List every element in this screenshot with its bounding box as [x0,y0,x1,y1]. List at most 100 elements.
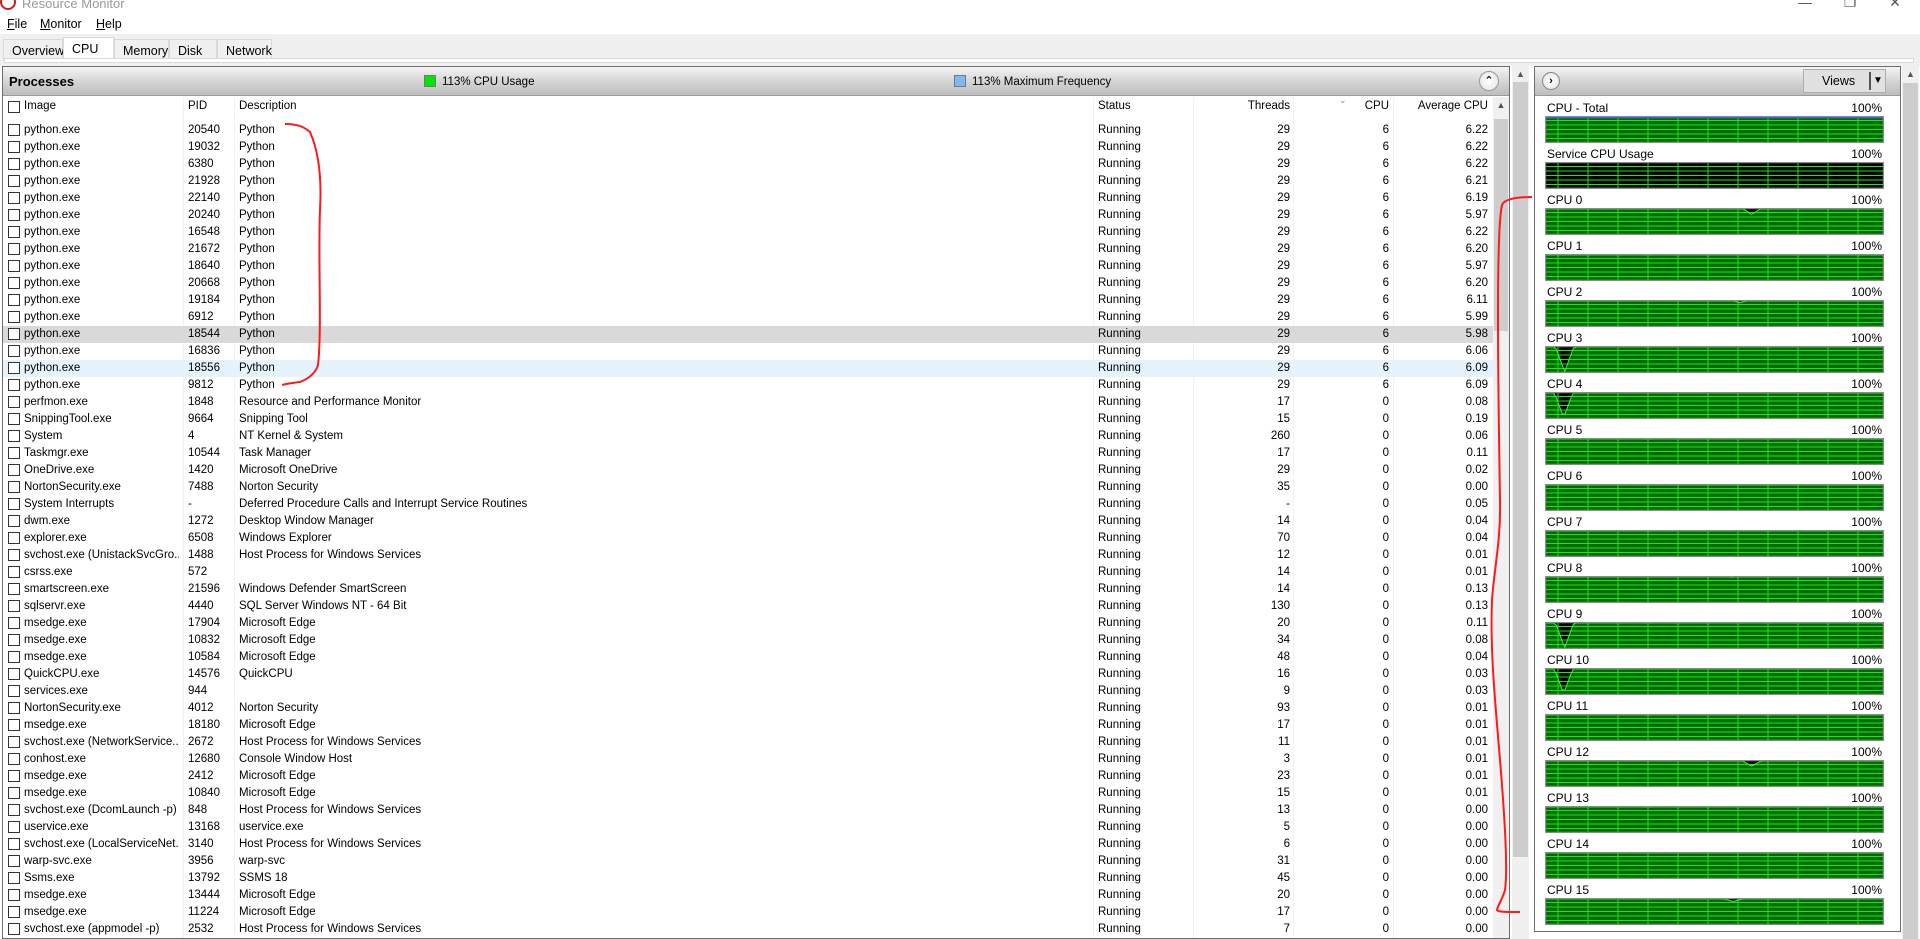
process-checkbox[interactable] [8,736,20,748]
expand-graphs-button[interactable]: › [1542,72,1560,90]
process-checkbox[interactable] [8,481,20,493]
select-all-checkbox[interactable] [8,101,20,113]
menu-help[interactable]: Help [96,17,122,31]
process-row[interactable]: python.exe 22140 Python Running 29 6 6.19 [3,190,1493,207]
process-row[interactable]: svchost.exe (UnistackSvcGro... 1488 Host P… [3,547,1493,564]
process-checkbox[interactable] [8,362,20,374]
process-checkbox[interactable] [8,685,20,697]
process-checkbox[interactable] [8,617,20,629]
process-checkbox[interactable] [8,345,20,357]
process-row[interactable]: System 4 NT Kernel & System Running 260 0 0.06 [3,428,1493,445]
process-row[interactable]: svchost.exe (LocalServiceNet... 3140 Host … [3,836,1493,853]
process-checkbox[interactable] [8,294,20,306]
process-row[interactable]: msedge.exe 10840 Microsoft Edge Running 15 0 0… [3,785,1493,802]
process-row[interactable]: python.exe 6380 Python Running 29 6 6.22 [3,156,1493,173]
process-row[interactable]: warp-svc.exe 3956 warp-svc Running 31 0 0.00 [3,853,1493,870]
process-checkbox[interactable] [8,821,20,833]
process-row[interactable]: uservice.exe 13168 uservice.exe Running 5 0 0.… [3,819,1493,836]
process-row[interactable]: msedge.exe 10584 Microsoft Edge Running 48 0 0… [3,649,1493,666]
scroll-up-arrow-icon[interactable]: ▲ [1512,66,1529,82]
process-checkbox[interactable] [8,906,20,918]
process-checkbox[interactable] [8,243,20,255]
process-checkbox[interactable] [8,634,20,646]
scrollbar-thumb[interactable] [1903,83,1918,939]
process-checkbox[interactable] [8,209,20,221]
collapse-processes-button[interactable]: ⌃ [1479,71,1499,91]
process-checkbox[interactable] [8,277,20,289]
process-row[interactable]: OneDrive.exe 1420 Microsoft OneDrive Runnin… [3,462,1493,479]
process-checkbox[interactable] [8,515,20,527]
process-checkbox[interactable] [8,328,20,340]
process-checkbox[interactable] [8,141,20,153]
process-row[interactable]: perfmon.exe 1848 Resource and Performance … [3,394,1493,411]
process-row[interactable]: msedge.exe 11224 Microsoft Edge Running 17 0 0… [3,904,1493,921]
menu-monitor[interactable]: Monitor [40,17,82,31]
process-row[interactable]: python.exe 16548 Python Running 29 6 6.22 [3,224,1493,241]
process-row[interactable]: Taskmgr.exe 10544 Task Manager Running 17 0 0.… [3,445,1493,462]
views-button[interactable]: Views ▼ [1803,69,1886,93]
process-row[interactable]: svchost.exe (NetworkService... 2672 Host P… [3,734,1493,751]
process-checkbox[interactable] [8,583,20,595]
process-checkbox[interactable] [8,753,20,765]
process-checkbox[interactable] [8,532,20,544]
process-row[interactable]: python.exe 20540 Python Running 29 6 6.22 [3,122,1493,139]
process-checkbox[interactable] [8,872,20,884]
process-row[interactable]: python.exe 19032 Python Running 29 6 6.22 [3,139,1493,156]
process-row[interactable]: python.exe 20668 Python Running 29 6 6.20 [3,275,1493,292]
scrollbar-thumb[interactable] [1513,82,1528,857]
process-row[interactable]: explorer.exe 6508 Windows Explorer Running 7… [3,530,1493,547]
process-checkbox[interactable] [8,719,20,731]
process-row[interactable]: dwm.exe 1272 Desktop Window Manager Running… [3,513,1493,530]
process-checkbox[interactable] [8,175,20,187]
process-row[interactable]: python.exe 16836 Python Running 29 6 6.06 [3,343,1493,360]
scroll-up-arrow-icon[interactable]: ▲ [1902,66,1919,82]
process-checkbox[interactable] [8,396,20,408]
process-row[interactable]: System Interrupts - Deferred Procedure Cal… [3,496,1493,513]
menu-file[interactable]: File [7,17,27,31]
process-checkbox[interactable] [8,923,20,935]
close-button[interactable]: ✕ [1880,0,1910,10]
process-checkbox[interactable] [8,702,20,714]
column-status[interactable]: Status [1098,100,1131,112]
process-checkbox[interactable] [8,566,20,578]
process-row[interactable]: QuickCPU.exe 14576 QuickCPU Running 16 0 0.03 [3,666,1493,683]
process-row[interactable]: SnippingTool.exe 9664 Snipping Tool Running… [3,411,1493,428]
left-pane-scrollbar[interactable]: ▲ [1512,66,1529,939]
graphs-scrollbar[interactable]: ▲ [1902,66,1919,939]
process-row[interactable]: python.exe 18544 Python Running 29 6 5.98 [3,326,1493,343]
process-row[interactable]: python.exe 19184 Python Running 29 6 6.11 [3,292,1493,309]
process-row[interactable]: services.exe 944 Running 9 0 0.03 [3,683,1493,700]
process-row[interactable]: python.exe 18556 Python Running 29 6 6.09 [3,360,1493,377]
process-row[interactable]: msedge.exe 18180 Microsoft Edge Running 17 0 0… [3,717,1493,734]
process-checkbox[interactable] [8,889,20,901]
process-checkbox[interactable] [8,124,20,136]
process-row[interactable]: csrss.exe 572 Running 14 0 0.01 [3,564,1493,581]
process-checkbox[interactable] [8,600,20,612]
processes-header[interactable]: Processes 113% CPU Usage 113% Maximum Fr… [3,67,1509,96]
process-checkbox[interactable] [8,838,20,850]
process-checkbox[interactable] [8,430,20,442]
process-checkbox[interactable] [8,158,20,170]
column-threads[interactable]: Threads [1223,100,1290,112]
process-row[interactable]: msedge.exe 10832 Microsoft Edge Running 34 0 0… [3,632,1493,649]
process-checkbox[interactable] [8,668,20,680]
scroll-up-arrow-icon[interactable]: ▲ [1493,97,1509,113]
process-checkbox[interactable] [8,770,20,782]
process-row[interactable]: python.exe 21928 Python Running 29 6 6.21 [3,173,1493,190]
column-description[interactable]: Description [239,100,297,112]
minimize-button[interactable]: — [1790,0,1820,10]
process-checkbox[interactable] [8,651,20,663]
process-checkbox[interactable] [8,260,20,272]
column-average-cpu[interactable]: Average CPU [1403,100,1488,112]
process-checkbox[interactable] [8,379,20,391]
process-checkbox[interactable] [8,549,20,561]
process-checkbox[interactable] [8,447,20,459]
process-row[interactable]: conhost.exe 12680 Console Window Host Runni… [3,751,1493,768]
process-checkbox[interactable] [8,498,20,510]
process-checkbox[interactable] [8,804,20,816]
process-checkbox[interactable] [8,855,20,867]
process-checkbox[interactable] [8,226,20,238]
process-checkbox[interactable] [8,192,20,204]
process-row[interactable]: smartscreen.exe 21596 Windows Defender Sma… [3,581,1493,598]
column-pid[interactable]: PID [188,100,207,112]
